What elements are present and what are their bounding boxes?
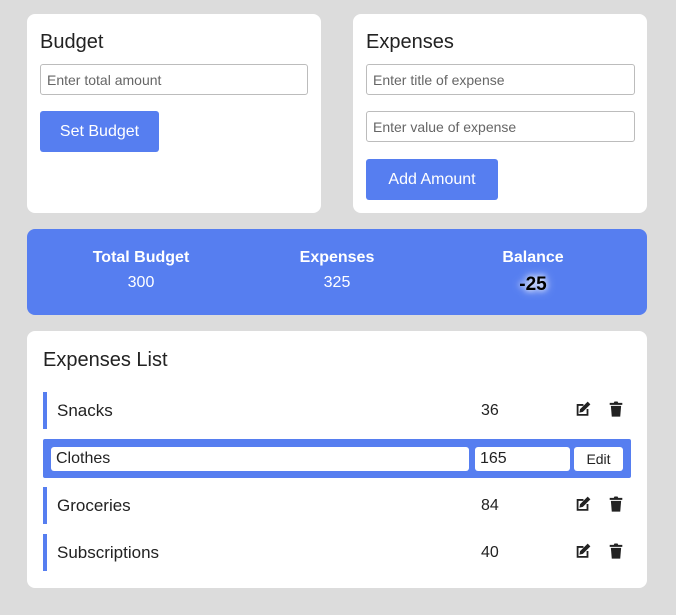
trash-icon[interactable] xyxy=(607,400,625,418)
summary-bar: Total Budget 300 Expenses 325 Balance -2… xyxy=(27,229,647,315)
edit-button[interactable]: Edit xyxy=(574,447,623,471)
balance-label: Balance xyxy=(502,249,564,266)
total-budget-summary: Total Budget 300 xyxy=(61,249,221,292)
balance-summary: Balance -25 xyxy=(453,249,613,296)
expense-title: Snacks xyxy=(57,401,113,420)
expense-value: 84 xyxy=(481,497,499,514)
expense-title: Groceries xyxy=(57,496,131,515)
balance-value: -25 xyxy=(519,274,547,295)
total-budget-label: Total Budget xyxy=(92,249,190,266)
edit-icon[interactable] xyxy=(574,400,592,418)
expenses-total-label: Expenses xyxy=(299,249,375,266)
list-item: Snacks 36 xyxy=(43,392,631,429)
add-amount-button[interactable]: Add Amount xyxy=(366,159,498,200)
trash-icon[interactable] xyxy=(607,542,625,560)
expense-value: 40 xyxy=(481,544,499,561)
expenses-summary: Expenses 325 xyxy=(257,249,417,292)
expenses-form-card: Expenses Add Amount xyxy=(353,14,647,213)
expense-title: Subscriptions xyxy=(57,543,160,562)
total-budget-value: 300 xyxy=(127,274,155,291)
set-budget-button[interactable]: Set Budget xyxy=(40,111,159,152)
trash-icon[interactable] xyxy=(607,495,625,513)
list-item: Subscriptions 40 xyxy=(43,534,631,571)
expenses-form-title: Expenses xyxy=(366,31,454,53)
edit-icon[interactable] xyxy=(574,495,592,513)
budget-title: Budget xyxy=(40,31,104,53)
expense-title-input[interactable] xyxy=(366,64,635,95)
expense-value-input[interactable] xyxy=(366,111,635,142)
expenses-list-title: Expenses List xyxy=(43,349,168,371)
total-amount-input[interactable] xyxy=(40,64,308,95)
edit-icon[interactable] xyxy=(574,542,592,560)
expenses-total-value: 325 xyxy=(323,274,351,291)
list-item: Groceries 84 xyxy=(43,487,631,524)
editing-list-item: Edit xyxy=(43,439,631,478)
budget-card: Budget Set Budget xyxy=(27,14,321,213)
edit-expense-value-input[interactable] xyxy=(475,447,570,471)
expense-value: 36 xyxy=(481,402,499,419)
edit-expense-title-input[interactable] xyxy=(51,447,469,471)
